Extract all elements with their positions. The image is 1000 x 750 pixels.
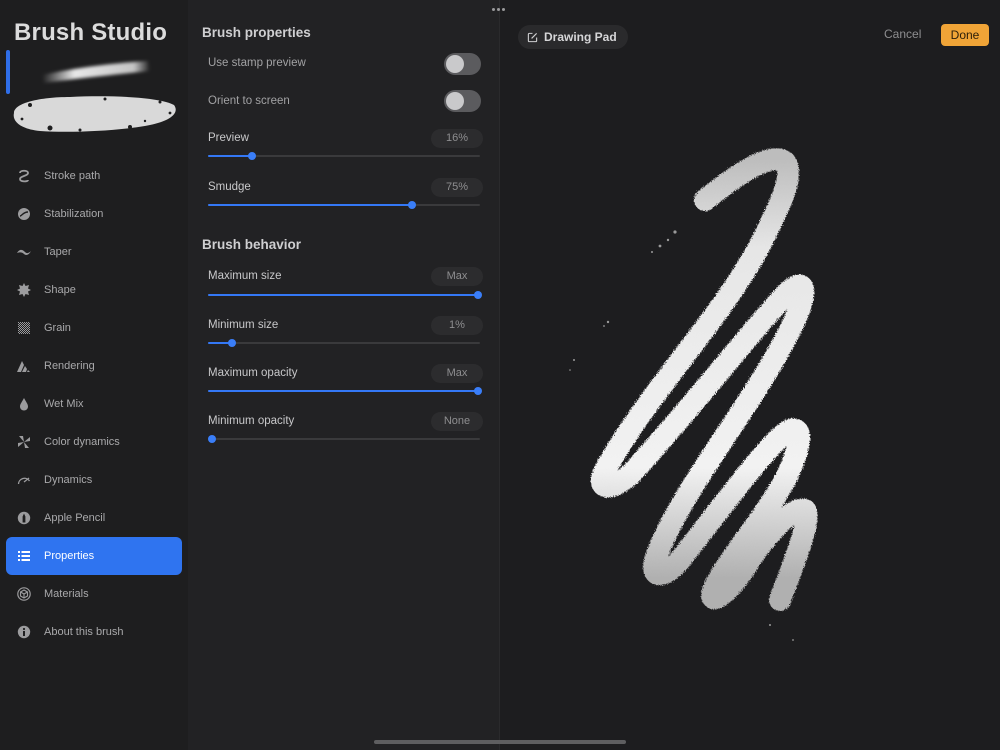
preview-label: Preview (208, 132, 249, 144)
minimum-opacity-slider[interactable] (208, 433, 480, 445)
smudge-slider[interactable] (208, 199, 480, 211)
sidebar-item-label: Taper (44, 246, 72, 258)
use-stamp-preview-toggle[interactable] (444, 53, 481, 75)
preview-slider[interactable] (208, 150, 480, 162)
color-dynamics-icon (17, 435, 31, 449)
minimum-size-value[interactable]: 1% (431, 316, 483, 335)
edit-icon (527, 32, 538, 42)
sidebar-item-label: Materials (44, 588, 89, 600)
section-title-brush-behavior: Brush behavior (202, 237, 302, 252)
taper-icon (17, 245, 31, 259)
sidebar-item-apple-pencil[interactable]: Apple Pencil (6, 499, 182, 537)
dot (502, 8, 505, 11)
sidebar-item-label: Grain (44, 322, 71, 334)
orient-to-screen-toggle[interactable] (444, 90, 481, 112)
sidebar-item-label: Dynamics (44, 474, 93, 486)
info-icon (17, 625, 31, 639)
home-indicator[interactable] (374, 740, 626, 744)
multitasking-handle[interactable] (492, 8, 505, 11)
toggle-knob (446, 92, 464, 110)
slider-thumb[interactable] (474, 291, 482, 299)
slider-thumb[interactable] (228, 339, 237, 347)
sidebar-item-wet-mix[interactable]: Wet Mix (6, 385, 182, 423)
maximum-size-label: Maximum size (208, 270, 282, 282)
sidebar-item-label: Stabilization (44, 208, 104, 220)
preview-value[interactable]: 16% (431, 129, 483, 148)
slider-fill (208, 204, 412, 206)
sidebar-item-label: Stroke path (44, 170, 101, 182)
maximum-opacity-label: Maximum opacity (208, 367, 298, 379)
sidebar-item-taper[interactable]: Taper (6, 233, 182, 271)
sidebar-item-label: Wet Mix (44, 398, 84, 410)
sidebar-item-properties[interactable]: Properties (6, 537, 182, 575)
toggle-knob (446, 55, 464, 73)
shape-icon (17, 283, 31, 297)
maximum-size-slider[interactable] (208, 289, 482, 301)
slider-fill (208, 294, 480, 296)
minimum-size-label: Minimum size (208, 319, 279, 331)
sidebar-item-about-this-brush[interactable]: About this brush (6, 613, 182, 651)
sidebar-item-shape[interactable]: Shape (6, 271, 182, 309)
apple-pencil-icon (17, 511, 31, 525)
stabilization-icon (17, 207, 31, 221)
maximum-size-value[interactable]: Max (431, 267, 483, 286)
use-stamp-preview-label: Use stamp preview (208, 57, 306, 69)
slider-fill (208, 390, 480, 392)
cancel-button[interactable]: Cancel (884, 27, 921, 41)
section-title-brush-properties: Brush properties (202, 25, 311, 40)
rendering-icon (17, 359, 31, 373)
settings-panel: Brush properties Use stamp preview Orien… (188, 0, 500, 750)
properties-icon (17, 549, 31, 563)
stroke-path-icon (17, 169, 31, 183)
sidebar-item-label: Rendering (44, 360, 95, 372)
sidebar-item-stroke-path[interactable]: Stroke path (6, 157, 182, 195)
slider-track (208, 438, 480, 440)
sidebar-item-label: About this brush (44, 626, 124, 638)
slider-thumb[interactable] (208, 435, 216, 443)
materials-icon (17, 587, 31, 601)
test-stroke (569, 148, 818, 641)
smudge-value[interactable]: 75% (431, 178, 483, 197)
sidebar-item-grain[interactable]: Grain (6, 309, 182, 347)
smudge-label: Smudge (208, 181, 251, 193)
done-button[interactable]: Done (941, 24, 989, 46)
brush-stroke-preview[interactable] (10, 55, 180, 145)
sidebar-item-color-dynamics[interactable]: Color dynamics (6, 423, 182, 461)
maximum-opacity-slider[interactable] (208, 385, 482, 397)
sidebar-item-label: Color dynamics (44, 436, 120, 448)
slider-thumb[interactable] (408, 201, 416, 209)
drawing-pad-canvas[interactable]: Drawing Pad Cancel Done (500, 0, 1000, 750)
orient-to-screen-label: Orient to screen (208, 95, 290, 107)
grain-icon (17, 321, 31, 335)
slider-thumb[interactable] (247, 152, 256, 160)
maximum-opacity-value[interactable]: Max (431, 364, 483, 383)
minimum-opacity-label: Minimum opacity (208, 415, 295, 427)
sidebar-item-label: Shape (44, 284, 76, 296)
drawing-pad-button[interactable]: Drawing Pad (518, 25, 628, 49)
sidebar-item-label: Apple Pencil (44, 512, 106, 524)
minimum-opacity-value[interactable]: None (431, 412, 483, 431)
sidebar-item-label: Properties (44, 550, 95, 562)
dot (492, 8, 495, 11)
wet-mix-icon (17, 397, 31, 411)
dot (497, 8, 500, 11)
slider-fill (208, 155, 252, 157)
dynamics-icon (17, 473, 31, 487)
slider-thumb[interactable] (474, 387, 482, 395)
slider-track (208, 342, 480, 344)
sidebar-item-dynamics[interactable]: Dynamics (6, 461, 182, 499)
sidebar-item-rendering[interactable]: Rendering (6, 347, 182, 385)
sidebar-item-stabilization[interactable]: Stabilization (6, 195, 182, 233)
page-title: Brush Studio (14, 19, 168, 46)
drawing-pad-label: Drawing Pad (544, 30, 617, 44)
sidebar: Brush Studio Stroke path Stabilization T… (0, 0, 188, 750)
sidebar-item-materials[interactable]: Materials (6, 575, 182, 613)
minimum-size-slider[interactable] (208, 337, 480, 349)
